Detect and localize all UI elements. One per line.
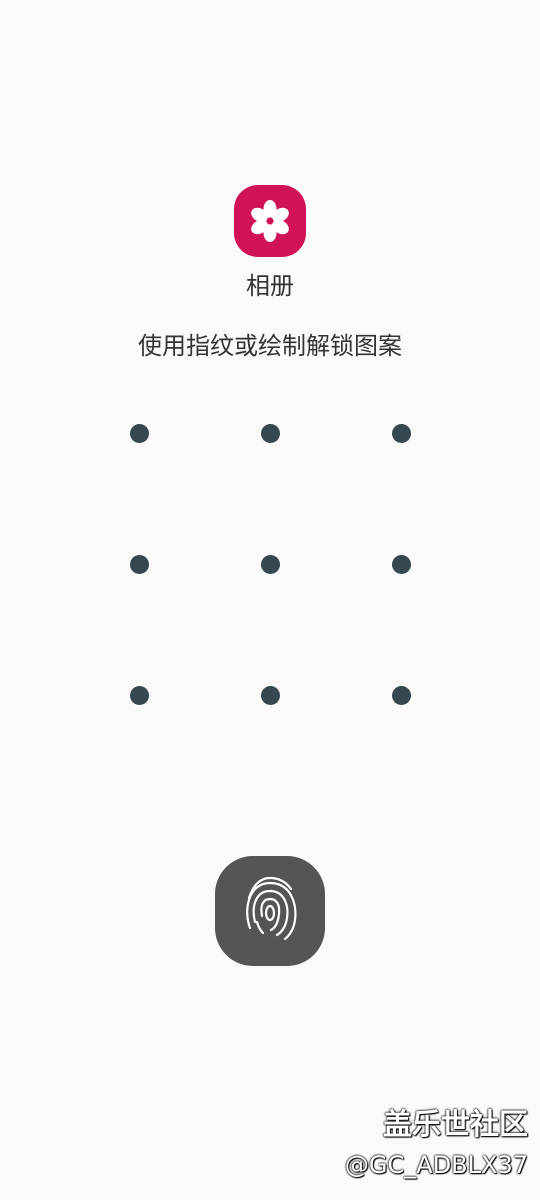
pattern-dot-5[interactable] <box>261 555 280 574</box>
pattern-dot-3[interactable] <box>392 424 411 443</box>
unlock-pattern-grid[interactable] <box>0 0 540 1200</box>
pattern-dot-2[interactable] <box>261 424 280 443</box>
watermark-handle: @GC_ADBLX37 <box>344 1151 528 1179</box>
pattern-dot-4[interactable] <box>130 555 149 574</box>
fingerprint-icon <box>246 876 297 941</box>
pattern-dot-1[interactable] <box>130 424 149 443</box>
watermark-title: 盖乐世社区 <box>382 1107 528 1141</box>
pattern-dot-9[interactable] <box>392 686 411 705</box>
pattern-dot-8[interactable] <box>261 686 280 705</box>
pattern-dot-6[interactable] <box>392 555 411 574</box>
fingerprint-button[interactable] <box>215 856 325 966</box>
pattern-dot-7[interactable] <box>130 686 149 705</box>
